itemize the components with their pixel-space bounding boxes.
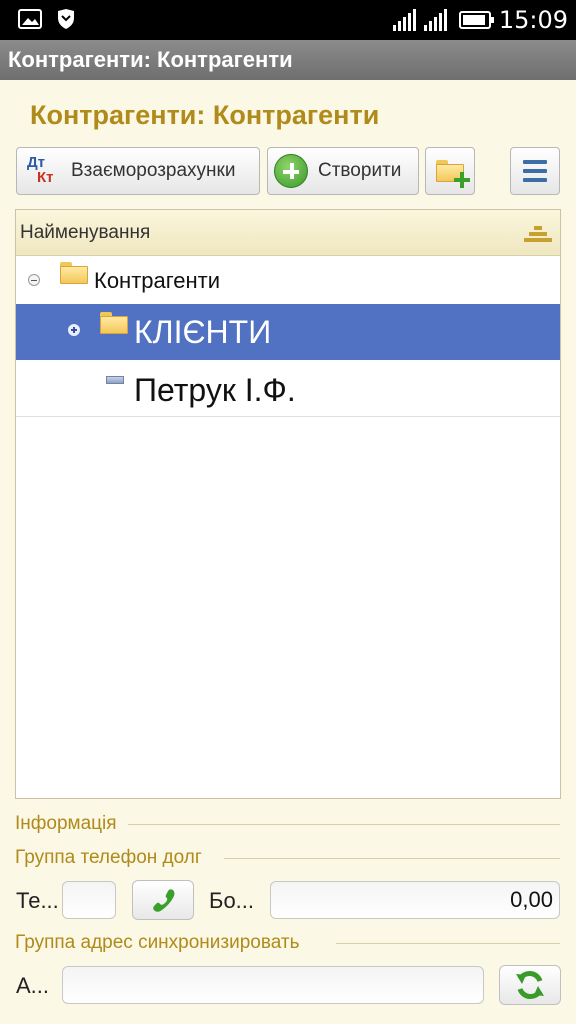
mutual-settlements-label: Взаєморозрахунки (71, 160, 236, 181)
phone-icon (153, 889, 175, 912)
plus-icon (274, 154, 308, 188)
page-title: Контрагенти: Контрагенти (30, 100, 380, 130)
add-folder-icon (436, 160, 470, 188)
address-field[interactable] (62, 966, 484, 1004)
divider (128, 824, 560, 825)
collapse-icon[interactable] (28, 274, 40, 286)
shield-icon (58, 9, 74, 29)
mutual-settlements-button[interactable]: Дт Кт Взаєморозрахунки (16, 147, 260, 195)
divider (336, 943, 560, 944)
tree-row-label: КЛІЄНТИ (134, 314, 272, 350)
tree-row-selected[interactable]: КЛІЄНТИ (16, 304, 560, 360)
create-button[interactable]: Створити (267, 147, 419, 195)
sort-icon[interactable] (524, 226, 552, 244)
tree-row[interactable]: Петрук І.Ф. (16, 360, 560, 417)
column-header-name[interactable]: Найменування (16, 210, 560, 256)
expand-icon[interactable] (68, 324, 80, 336)
folder-icon (60, 262, 88, 284)
add-folder-button[interactable] (425, 147, 475, 195)
tree-row-label: Контрагенти (94, 268, 221, 293)
phone-group-title: Группа телефон долг (15, 847, 202, 868)
create-label: Створити (318, 160, 402, 181)
phone-label: Те... (16, 888, 59, 913)
sync-button[interactable] (499, 965, 561, 1005)
divider (224, 858, 560, 859)
gallery-icon (18, 9, 42, 29)
item-icon (106, 376, 124, 384)
call-button[interactable] (132, 880, 194, 920)
battery-icon (458, 11, 494, 29)
address-group-title: Группа адрес синхронизировать (15, 932, 300, 953)
debt-field[interactable]: 0,00 (270, 881, 560, 919)
info-group-title: Інформація (15, 813, 117, 834)
status-bar: 15:09 (0, 0, 576, 40)
menu-icon (523, 160, 547, 182)
debt-label: Бо... (209, 888, 255, 913)
more-menu-button[interactable] (510, 147, 560, 195)
folder-icon (100, 312, 128, 334)
tree-row[interactable]: Контрагенти (16, 256, 560, 304)
signal-icon-2 (423, 9, 447, 31)
phone-field[interactable] (62, 881, 116, 919)
debit-credit-icon: Дт Кт (27, 154, 54, 186)
signal-icon (392, 9, 416, 31)
tree-row-label: Петрук І.Ф. (134, 372, 296, 408)
refresh-icon (516, 971, 544, 999)
counterparties-tree[interactable]: Найменування Контрагенти КЛІЄНТИ Петрук … (15, 209, 561, 799)
clock: 15:09 (498, 6, 568, 34)
window-title: Контрагенти: Контрагенти (0, 40, 576, 80)
address-label: А... (16, 973, 50, 998)
